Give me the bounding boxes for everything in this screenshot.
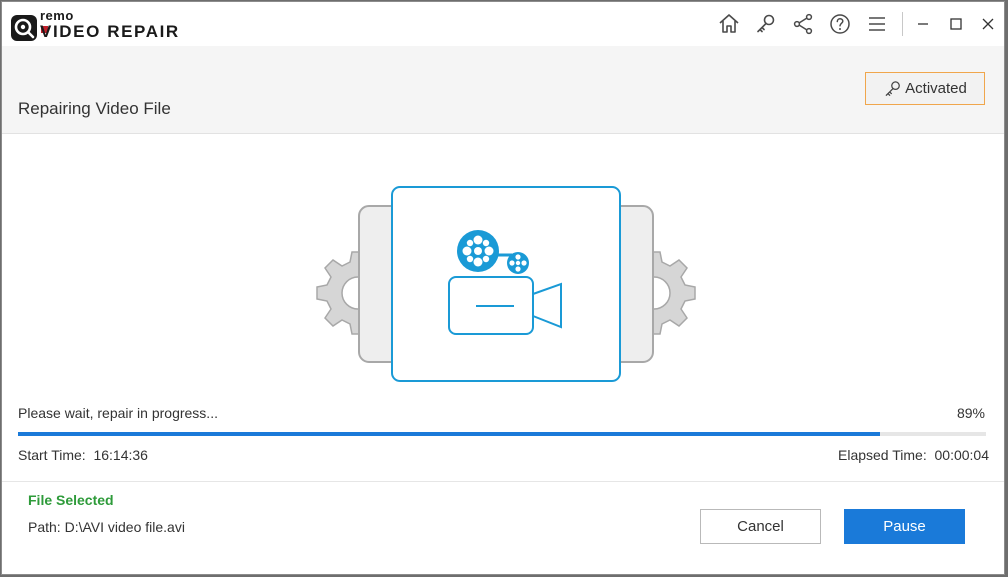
- cancel-button[interactable]: Cancel: [700, 509, 821, 544]
- help-icon[interactable]: [828, 12, 852, 36]
- file-path: Path: D:\AVI video file.avi: [28, 519, 185, 535]
- elapsed-time-value: 00:00:04: [934, 447, 990, 463]
- maximize-button[interactable]: [942, 10, 970, 38]
- progress-message: Please wait, repair in progress...: [18, 405, 218, 421]
- activated-button[interactable]: Activated: [865, 72, 985, 105]
- close-button[interactable]: [974, 10, 1002, 38]
- progress-bar-fill: [18, 432, 880, 436]
- key-icon[interactable]: [754, 12, 778, 36]
- logo-product-text: VIDEO REPAIR: [40, 22, 180, 41]
- start-time-label: Start Time:: [18, 447, 86, 463]
- file-path-label: Path:: [28, 519, 61, 535]
- page-title: Repairing Video File: [18, 99, 171, 118]
- menu-icon[interactable]: [865, 12, 889, 36]
- titlebar-separator: [902, 12, 903, 36]
- minimize-button[interactable]: [909, 10, 937, 38]
- repair-illustration: [316, 186, 696, 382]
- title-bar: remo VIDEO REPAIR: [2, 2, 1004, 46]
- header-band: Repairing Video File Activated: [2, 46, 1004, 134]
- footer-divider: [2, 481, 1004, 482]
- start-time: Start Time: 16:14:36: [18, 447, 148, 463]
- logo-mark-icon: [11, 15, 37, 41]
- key-icon: [885, 80, 901, 96]
- start-time-value: 16:14:36: [93, 447, 148, 463]
- progress-bar: [18, 432, 986, 436]
- maximize-icon: [950, 18, 962, 30]
- file-path-value: D:\AVI video file.avi: [64, 519, 185, 535]
- activated-label: Activated: [905, 80, 967, 97]
- elapsed-time: Elapsed Time: 00:00:04: [838, 447, 989, 463]
- progress-percent: 89%: [956, 405, 985, 421]
- pause-button[interactable]: Pause: [844, 509, 965, 544]
- app-window: remo VIDEO REPAIR Repairing Video File A…: [1, 1, 1005, 575]
- share-icon[interactable]: [791, 12, 815, 36]
- file-status: File Selected: [28, 492, 114, 508]
- elapsed-time-label: Elapsed Time:: [838, 447, 927, 463]
- home-icon[interactable]: [717, 12, 741, 36]
- close-icon: [982, 18, 994, 30]
- minimize-icon: [918, 23, 928, 25]
